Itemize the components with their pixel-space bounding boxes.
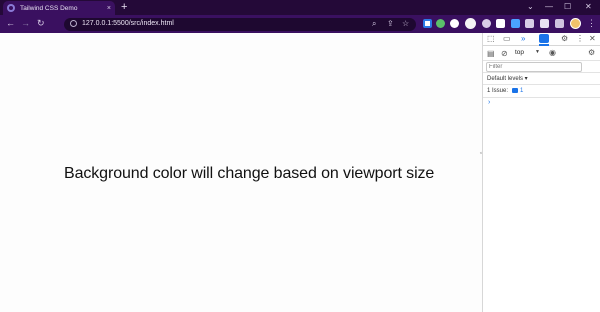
close-window-button[interactable]: ✕ (585, 2, 592, 12)
extension-icon[interactable] (450, 19, 459, 28)
console-toolbar: ▤ ⊘ top ▼ ◉ ⚙ (483, 47, 600, 61)
default-levels-dropdown[interactable]: Default levels ▾ (487, 75, 528, 82)
profile-avatar[interactable] (570, 18, 581, 29)
bookmark-star-icon[interactable]: ☆ (402, 19, 409, 29)
issues-count: 1 (520, 88, 524, 95)
console-prompt[interactable]: › (488, 99, 490, 106)
console-tab-icon[interactable] (539, 34, 549, 46)
share-icon[interactable]: ⇪ (387, 19, 394, 29)
tab-search-icon[interactable]: ⌄ (527, 2, 534, 12)
live-expression-eye-icon[interactable]: ◉ (549, 48, 556, 58)
more-tabs-icon[interactable]: » (521, 34, 525, 44)
devtools-tabbar: ⬚ ▭ » ⚙ ⋮ ✕ (483, 33, 600, 46)
new-tab-button[interactable]: + (121, 1, 127, 13)
extension-icon[interactable] (496, 19, 505, 28)
browser-menu-icon[interactable]: ⋮ (587, 18, 596, 29)
tab-title: Tailwind CSS Demo (20, 4, 78, 12)
back-button[interactable]: ← (6, 18, 15, 29)
issue-flag-icon (512, 88, 518, 93)
inspect-element-icon[interactable]: ⬚ (487, 34, 495, 44)
extension-icon[interactable] (482, 19, 491, 28)
extension-icon[interactable] (465, 18, 476, 29)
site-info-icon[interactable] (70, 20, 77, 27)
browser-toolbar: ← → ↻ 127.0.0.1:5500/src/index.html ⌕ ⇪ … (0, 15, 600, 33)
browser-tab[interactable]: Tailwind CSS Demo × (3, 1, 115, 15)
page-viewport: Background color will change based on vi… (0, 33, 487, 312)
devtools-panel: ⬚ ▭ » ⚙ ⋮ ✕ ▤ ⊘ top ▼ ◉ ⚙ Default levels… (482, 33, 600, 312)
devtools-menu-icon[interactable]: ⋮ (576, 34, 584, 44)
sidebar-toggle-icon[interactable]: ▤ (487, 49, 495, 59)
issues-row: 1 Issue: 1 (483, 85, 600, 98)
reload-button[interactable]: ↻ (37, 18, 45, 29)
clear-console-icon[interactable]: ⊘ (501, 49, 508, 59)
maximize-button[interactable]: ☐ (564, 2, 571, 12)
devtools-close-icon[interactable]: ✕ (589, 34, 596, 44)
extension-icon[interactable] (540, 19, 549, 28)
filter-input[interactable] (486, 62, 582, 72)
device-toolbar-icon[interactable]: ▭ (503, 34, 511, 44)
minimize-button[interactable]: — (545, 2, 553, 12)
issues-label: 1 Issue: (487, 88, 509, 94)
extension-icon[interactable] (525, 19, 534, 28)
extension-icon[interactable] (423, 19, 432, 28)
forward-button[interactable]: → (21, 18, 30, 29)
filter-row (483, 61, 600, 73)
issues-badge[interactable]: 1 (512, 88, 523, 94)
extensions-puzzle-icon[interactable] (555, 19, 564, 28)
tab-strip: Tailwind CSS Demo × + ⌄ — ☐ ✕ (0, 0, 600, 15)
chevron-down-icon[interactable]: ▼ (535, 49, 540, 55)
console-settings-gear-icon[interactable]: ⚙ (588, 48, 595, 58)
extension-icon[interactable] (511, 19, 520, 28)
context-select[interactable]: top (515, 49, 524, 56)
zoom-icon[interactable]: ⌕ (372, 19, 376, 29)
page-headline: Background color will change based on vi… (64, 165, 435, 182)
levels-row: Default levels ▾ (483, 73, 600, 85)
extension-icon[interactable] (436, 19, 445, 28)
address-bar[interactable]: 127.0.0.1:5500/src/index.html ⌕ ⇪ ☆ (64, 18, 416, 31)
settings-gear-icon[interactable]: ⚙ (561, 34, 568, 44)
favicon-icon (7, 4, 15, 12)
url-text: 127.0.0.1:5500/src/index.html (82, 20, 174, 27)
tab-close-icon[interactable]: × (107, 5, 111, 12)
